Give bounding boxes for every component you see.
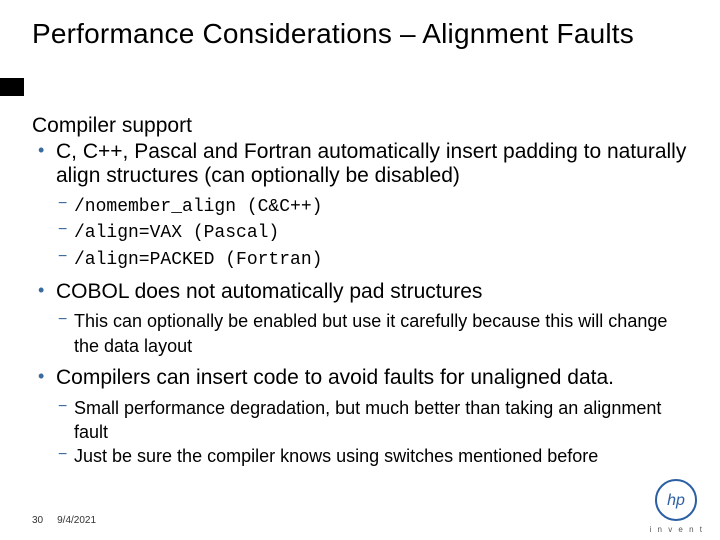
note-compiler-switches: Just be sure the compiler knows using sw… <box>58 444 692 468</box>
compiler-switches: /nomember_align (C&C++) /align=VAX (Pasc… <box>58 193 692 272</box>
title-marker <box>0 78 24 96</box>
cobol-note: This can optionally be enabled but use i… <box>58 309 692 358</box>
hp-tagline: i n v e n t <box>650 525 704 534</box>
bullet-cobol: COBOL does not automatically pad structu… <box>38 280 692 304</box>
switch-nomember-align: /nomember_align (C&C++) <box>74 197 322 217</box>
page-number: 30 <box>32 515 43 526</box>
insert-code-subpoints: Small performance degradation, but much … <box>58 396 692 469</box>
note-degradation: Small performance degradation, but much … <box>58 396 692 445</box>
switch-align-vax: /align=VAX (Pascal) <box>74 223 279 243</box>
bullet-compilers: C, C++, Pascal and Fortran automatically… <box>38 140 692 187</box>
slide-body: Compiler support C, C++, Pascal and Fort… <box>32 114 692 468</box>
switch-align-packed: /align=PACKED (Fortran) <box>74 250 322 270</box>
section-heading: Compiler support <box>32 114 692 138</box>
bullet-insert-code: Compilers can insert code to avoid fault… <box>38 366 692 390</box>
cobol-subpoints: This can optionally be enabled but use i… <box>58 309 692 358</box>
slide-footer: 30 9/4/2021 <box>32 515 96 526</box>
slide: Performance Considerations – Alignment F… <box>0 0 720 540</box>
hp-logo-icon: hp <box>654 478 698 522</box>
footer-date: 9/4/2021 <box>57 515 96 526</box>
slide-title: Performance Considerations – Alignment F… <box>32 18 634 50</box>
hp-logo-text: hp <box>667 492 685 509</box>
